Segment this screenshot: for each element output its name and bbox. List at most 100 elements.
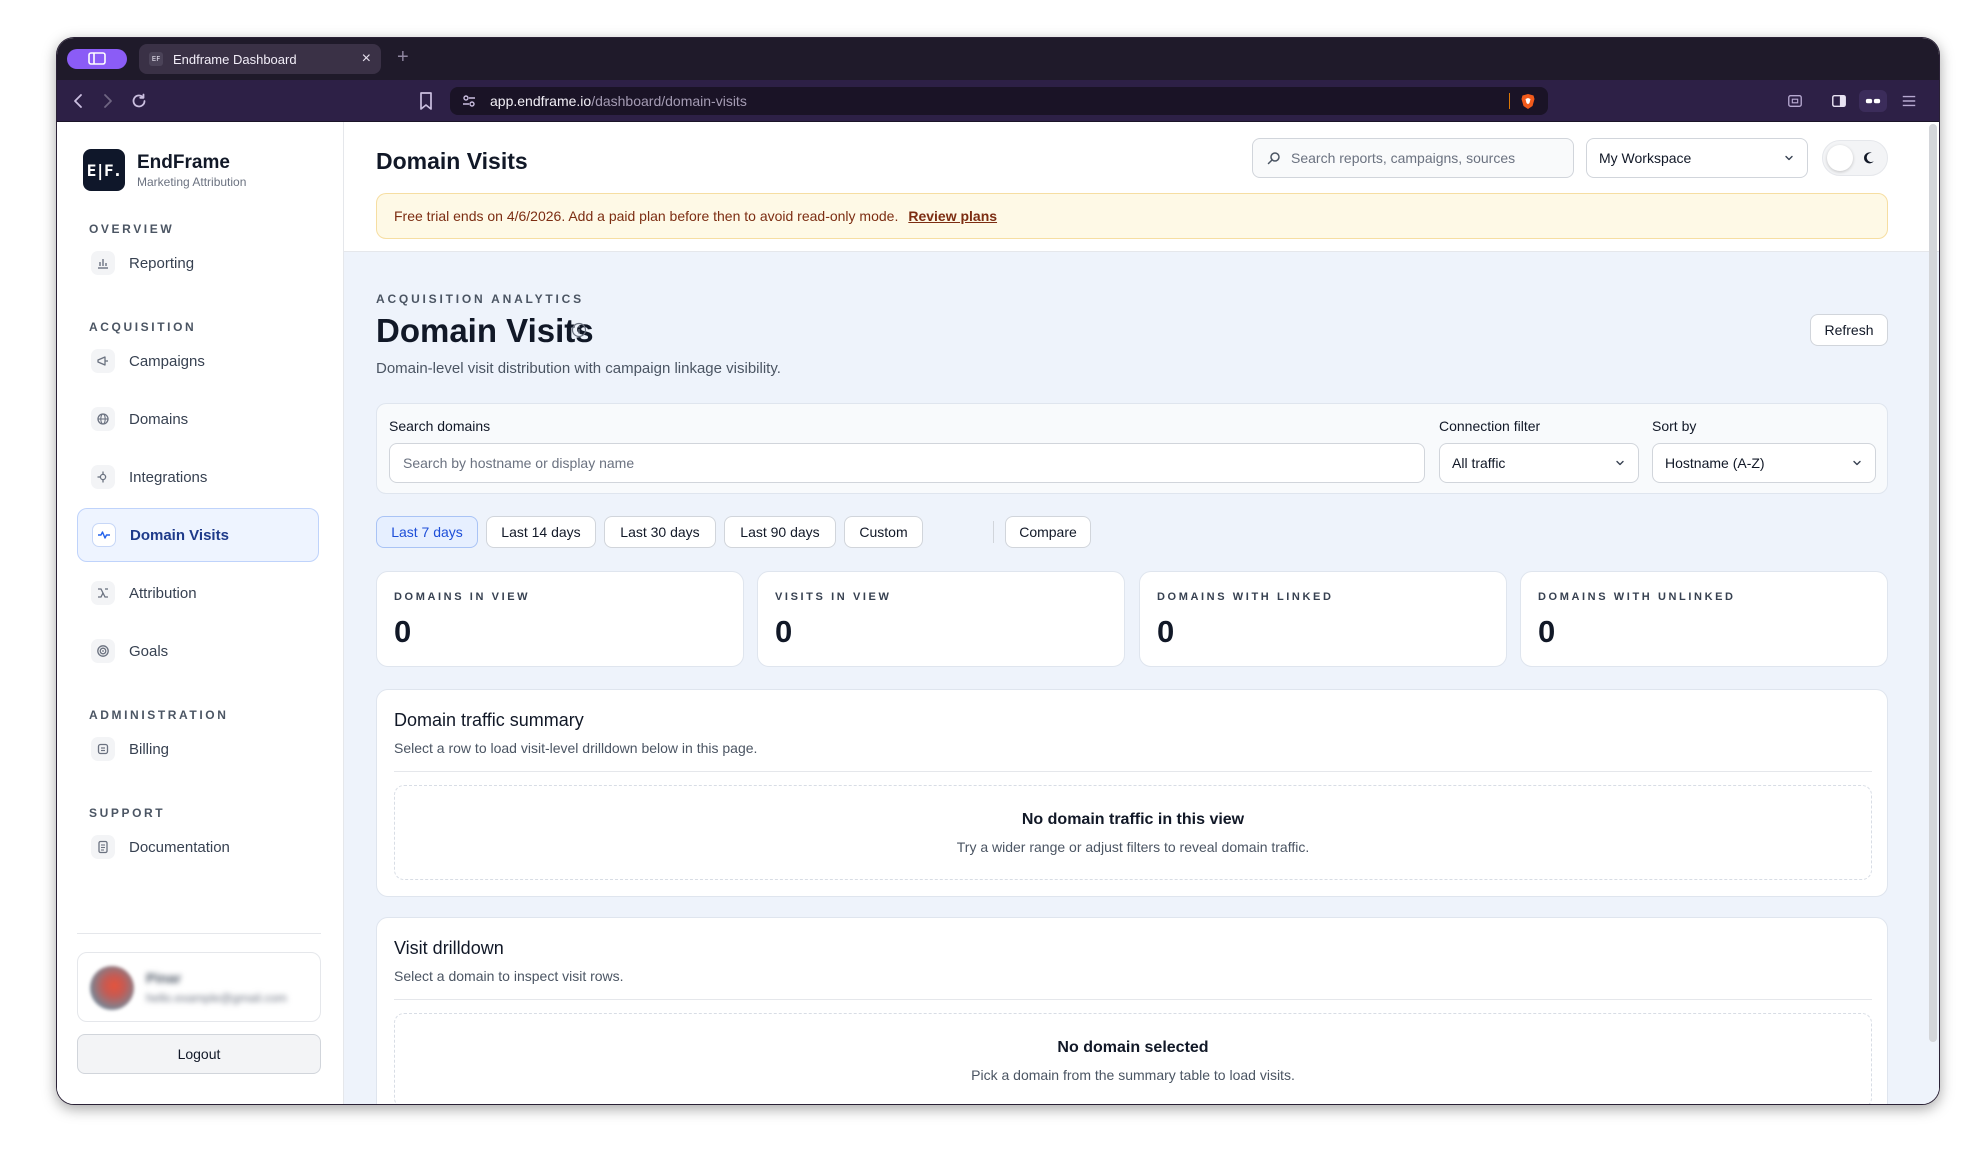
empty-state-title: No domain selected	[1057, 1039, 1209, 1056]
workspace-select[interactable]: My Workspace	[1586, 138, 1808, 178]
sidebar-view-icon[interactable]	[1829, 91, 1849, 111]
site-settings-icon[interactable]	[462, 94, 476, 108]
browser-tab-active[interactable]: EF Endframe Dashboard ×	[139, 44, 381, 74]
globe-icon	[91, 407, 115, 431]
search-input[interactable]	[1291, 150, 1561, 166]
sidebar-item-label: Attribution	[129, 584, 197, 602]
forward-icon[interactable]	[97, 91, 117, 111]
domain-traffic-summary-panel: Domain traffic summary Select a row to l…	[376, 689, 1888, 897]
logout-button[interactable]: Logout	[77, 1034, 321, 1074]
connection-filter-select[interactable]: All traffic	[1439, 443, 1639, 483]
chevron-down-icon	[1853, 460, 1861, 466]
refresh-button[interactable]: Refresh	[1810, 314, 1888, 346]
sidebar-item-label: Goals	[129, 642, 169, 660]
sidebar: E|F. EndFrame Marketing Attribution OVER…	[57, 122, 344, 1104]
wallet-icon[interactable]	[1859, 90, 1887, 112]
trial-banner: Free trial ends on 4/6/2026. Add a paid …	[376, 193, 1888, 239]
panel-divider	[394, 999, 1872, 1000]
domain-search-field[interactable]	[389, 443, 1425, 483]
workspace-value: My Workspace	[1599, 150, 1692, 166]
panel-title: Visit drilldown	[394, 938, 504, 958]
brand-subtitle: Marketing Attribution	[137, 175, 247, 189]
stat-card-visits-in-view: VISITS IN VIEW 0	[757, 571, 1125, 667]
stat-value: 0	[1538, 614, 1556, 649]
empty-state-description: Pick a domain from the summary table to …	[971, 1067, 1295, 1083]
empty-state: No domain traffic in this view Try a wid…	[394, 785, 1872, 880]
sidebar-item-campaigns[interactable]: Campaigns	[77, 334, 319, 388]
bookmark-icon[interactable]	[417, 91, 435, 111]
tab-favicon-icon: EF	[149, 52, 163, 66]
review-plans-link[interactable]: Review plans	[908, 208, 997, 224]
user-email: hello.example@gmail.com	[146, 991, 287, 1005]
sidebar-item-label: Documentation	[129, 838, 230, 856]
theme-toggle[interactable]	[1822, 140, 1888, 176]
url-divider	[1509, 93, 1510, 109]
section-label-acquisition: ACQUISITION	[89, 320, 197, 334]
sidebar-item-label: Billing	[129, 740, 170, 758]
stat-label: VISITS IN VIEW	[775, 591, 892, 603]
sidebar-item-goals[interactable]: Goals	[77, 624, 319, 678]
browser-toolbar: app.endframe.io/dashboard/domain-visits	[57, 80, 1939, 122]
screenshot-stage: EF Endframe Dashboard × + app.endframe.i…	[0, 0, 1972, 1162]
sidebar-toggle-button[interactable]	[67, 49, 127, 69]
stat-value: 0	[775, 614, 793, 649]
back-icon[interactable]	[69, 91, 89, 111]
scrollbar[interactable]	[1929, 124, 1937, 1042]
page-eyebrow: ACQUISITION ANALYTICS	[376, 292, 584, 306]
panel-description: Select a domain to inspect visit rows.	[394, 968, 624, 984]
info-icon[interactable]	[571, 322, 587, 338]
stat-value: 0	[1157, 614, 1175, 649]
megaphone-icon	[91, 349, 115, 373]
user-card[interactable]: Pinar hello.example@gmail.com	[77, 952, 321, 1022]
sidebar-item-billing[interactable]: Billing	[77, 722, 319, 776]
chevron-down-icon	[1785, 155, 1793, 161]
empty-state-description: Try a wider range or adjust filters to r…	[956, 839, 1310, 855]
sidebar-item-label: Domain Visits	[130, 526, 229, 544]
range-divider	[993, 521, 994, 543]
trial-banner-text: Free trial ends on 4/6/2026. Add a paid …	[394, 208, 899, 224]
sidebar-item-domains[interactable]: Domains	[77, 392, 319, 446]
sidebar-panel-icon	[88, 52, 106, 65]
stat-value: 0	[394, 614, 412, 649]
branch-icon	[91, 581, 115, 605]
toggle-knob	[1827, 145, 1853, 171]
brave-shield-icon[interactable]	[1520, 93, 1536, 110]
address-bar[interactable]: app.endframe.io/dashboard/domain-visits	[450, 87, 1548, 115]
global-search[interactable]	[1252, 138, 1574, 178]
chevron-down-icon	[1616, 460, 1624, 466]
activity-icon	[92, 523, 116, 547]
brand-logo[interactable]: E|F.	[83, 149, 125, 191]
sidebar-item-integrations[interactable]: Integrations	[77, 450, 319, 504]
page-content: E|F. EndFrame Marketing Attribution OVER…	[57, 122, 1939, 1104]
domain-search-input[interactable]	[403, 455, 1424, 471]
sidebar-item-domain-visits[interactable]: Domain Visits	[77, 508, 319, 562]
range-button-90-days[interactable]: Last 90 days	[724, 516, 836, 548]
sidebar-item-documentation[interactable]: Documentation	[77, 820, 319, 874]
filter-card: Search domains Connection filter All tra…	[376, 403, 1888, 494]
stat-card-domains-with-unlinked: DOMAINS WITH UNLINKED 0	[1520, 571, 1888, 667]
reload-icon[interactable]	[129, 91, 149, 111]
tab-close-icon[interactable]: ×	[362, 51, 371, 67]
panel-title: Domain traffic summary	[394, 710, 584, 730]
compare-button[interactable]: Compare	[1005, 516, 1091, 548]
range-button-30-days[interactable]: Last 30 days	[604, 516, 716, 548]
range-button-7-days[interactable]: Last 7 days	[376, 516, 478, 548]
sidebar-item-label: Domains	[129, 410, 189, 428]
sort-by-select[interactable]: Hostname (A-Z)	[1652, 443, 1876, 483]
new-tab-icon[interactable]: +	[397, 47, 409, 67]
sidebar-item-attribution[interactable]: Attribution	[77, 566, 319, 620]
url-path: /dashboard/domain-visits	[591, 93, 747, 109]
target-icon	[91, 639, 115, 663]
sidebar-item-reporting[interactable]: Reporting	[77, 236, 319, 290]
receipt-icon	[91, 737, 115, 761]
section-label-support: SUPPORT	[89, 806, 166, 820]
screenshot-icon[interactable]	[1785, 91, 1805, 111]
menu-icon[interactable]	[1899, 91, 1919, 111]
range-button-14-days[interactable]: Last 14 days	[486, 516, 596, 548]
section-label-administration: ADMINISTRATION	[89, 708, 229, 722]
header-title: Domain Visits	[376, 148, 528, 174]
search-domains-label: Search domains	[389, 418, 491, 434]
range-button-custom[interactable]: Custom	[844, 516, 923, 548]
connection-filter-value: All traffic	[1452, 455, 1506, 471]
url-host: app.endframe.io	[490, 93, 592, 109]
